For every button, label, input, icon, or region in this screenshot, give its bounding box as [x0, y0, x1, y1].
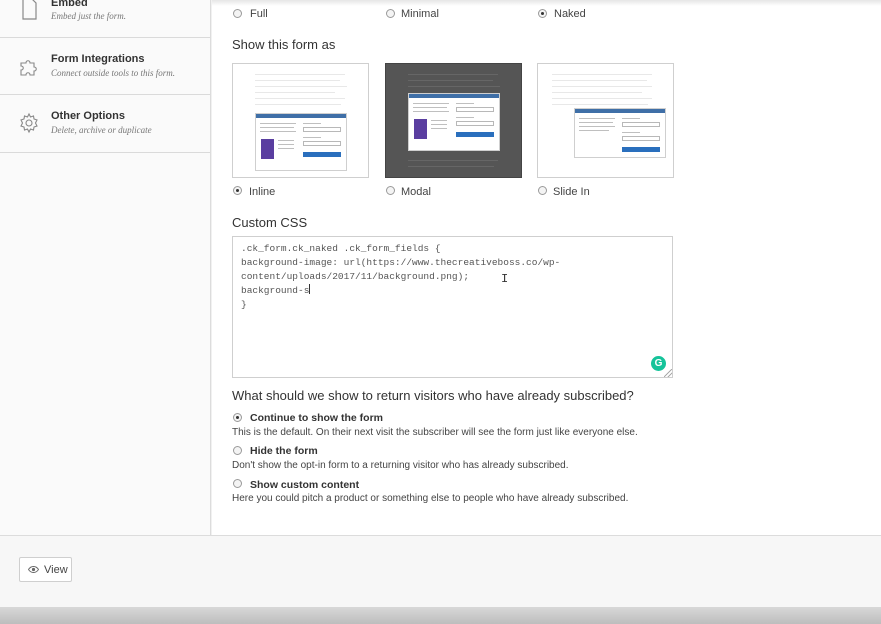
thumbnail-modal[interactable]: [385, 63, 522, 178]
option-desc: Don't show the opt-in form to a returnin…: [232, 460, 569, 471]
sidebar-item-desc: Connect outside tools to this form.: [51, 68, 176, 78]
ibeam-cursor-icon: I: [501, 272, 509, 286]
show-as-heading: Show this form as: [232, 37, 336, 52]
form-preview: [408, 93, 500, 151]
radio-inline-label: Inline: [249, 186, 276, 198]
sidebar-item-desc: Embed just the form.: [51, 11, 126, 21]
sidebar-item-label: Other Options: [51, 110, 125, 122]
sidebar-item-embed[interactable]: Embed Embed just the form.: [0, 0, 210, 38]
radio-naked[interactable]: [538, 9, 547, 18]
text-caret: [309, 284, 311, 294]
radio-minimal[interactable]: [386, 9, 395, 18]
view-button[interactable]: View: [19, 557, 72, 582]
form-preview: [255, 113, 347, 171]
option-title: Hide the form: [250, 445, 318, 457]
css-line: .ck_form.ck_naked .ck_form_fields {: [241, 243, 441, 254]
thumbnail-slide-in[interactable]: [537, 63, 674, 178]
css-line: background-image: url(https://www.thecre…: [241, 257, 561, 268]
sidebar-item-label: Embed: [51, 0, 88, 9]
radio-continue-show[interactable]: [233, 413, 242, 422]
document-icon: [22, 0, 37, 20]
option-desc: Here you could pitch a product or someth…: [232, 493, 629, 504]
radio-inline[interactable]: [233, 186, 242, 195]
css-line: background-s: [241, 285, 310, 296]
footer-bar: [0, 535, 881, 607]
css-line: content/uploads/2017/11/background.png);: [241, 271, 470, 282]
puzzle-icon: [20, 60, 37, 76]
radio-custom-content[interactable]: [233, 479, 242, 488]
thumbnail-inline[interactable]: [232, 63, 369, 178]
radio-full[interactable]: [233, 9, 242, 18]
radio-full-label: Full: [250, 8, 268, 20]
resize-handle-icon[interactable]: [664, 369, 672, 377]
radio-modal[interactable]: [386, 186, 395, 195]
top-shadow: [212, 0, 881, 6]
sidebar-item-desc: Delete, archive or duplicate: [51, 125, 152, 135]
bottom-strip: [0, 607, 881, 624]
radio-modal-label: Modal: [401, 186, 431, 198]
radio-slide-in[interactable]: [538, 186, 547, 195]
eye-icon: [28, 566, 39, 573]
sidebar-item-label: Form Integrations: [51, 53, 145, 65]
form-preview: [574, 108, 666, 158]
return-visitors-heading: What should we show to return visitors w…: [232, 388, 634, 403]
option-desc: This is the default. On their next visit…: [232, 427, 638, 438]
sidebar-item-form-integrations[interactable]: Form Integrations Connect outside tools …: [0, 38, 210, 95]
radio-naked-label: Naked: [554, 8, 586, 20]
sidebar: Embed Embed just the form. Form Integrat…: [0, 0, 211, 535]
custom-css-heading: Custom CSS: [232, 215, 308, 230]
sidebar-item-other-options[interactable]: Other Options Delete, archive or duplica…: [0, 95, 210, 153]
gear-icon: [20, 112, 38, 134]
custom-css-textarea[interactable]: .ck_form.ck_naked .ck_form_fields { back…: [232, 236, 673, 378]
view-button-label: View: [44, 564, 68, 576]
option-title: Continue to show the form: [250, 412, 383, 424]
css-line: }: [241, 299, 247, 310]
radio-hide-form[interactable]: [233, 446, 242, 455]
option-title: Show custom content: [250, 479, 360, 491]
radio-slide-in-label: Slide In: [553, 186, 590, 198]
radio-minimal-label: Minimal: [401, 8, 439, 20]
